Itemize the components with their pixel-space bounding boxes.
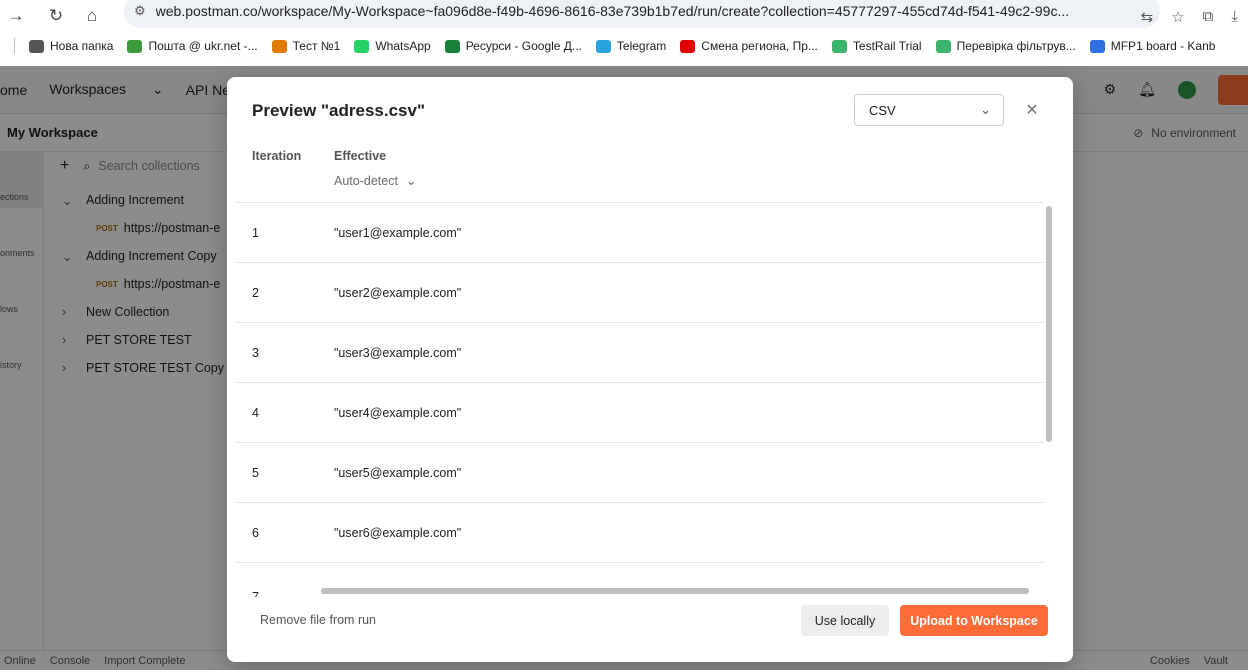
upload-to-workspace-button[interactable]: Upload to Workspace	[900, 605, 1048, 636]
reload-icon[interactable]: ↻	[40, 6, 72, 26]
iteration-cell: 1	[252, 225, 259, 240]
iteration-cell: 6	[252, 525, 259, 540]
bookmark-item[interactable]: Пошта @ ukr.net -...	[127, 39, 258, 53]
autodetect-label: Auto-detect	[334, 173, 398, 188]
table-row: 5 "user5@example.com"	[236, 443, 1044, 503]
chevron-down-icon: ⌄	[405, 174, 417, 188]
browser-toolbar: → ↻ ⌂ ⚙ web.postman.co/workspace/My-Work…	[0, 0, 1248, 32]
bookmark-label: TestRail Trial	[852, 39, 922, 53]
iteration-cell: 5	[252, 465, 259, 480]
value-cell: "user3@example.com"	[334, 345, 462, 360]
preview-table[interactable]: 1 "user1@example.com" 2 "user2@example.com"…	[236, 202, 1044, 597]
table-row: 6 "user6@example.com"	[236, 503, 1044, 563]
modal-title: Preview "adress.csv"	[252, 101, 426, 120]
bookmark-label: MFP1 board - Kanb	[1110, 39, 1216, 53]
bookmark-icon	[595, 39, 611, 53]
home-icon[interactable]: ⌂	[76, 6, 108, 26]
bookmark-label: WhatsApp	[375, 39, 431, 53]
bookmark-icon	[127, 39, 143, 53]
vertical-scrollbar[interactable]	[1046, 206, 1052, 442]
bookmark-icon	[444, 39, 460, 53]
iteration-cell: 3	[252, 345, 259, 360]
bookmark-icon	[29, 39, 44, 53]
value-cell: "user5@example.com"	[334, 465, 462, 480]
horizontal-scrollbar[interactable]	[321, 588, 1029, 594]
iteration-cell: 7	[252, 590, 259, 597]
bookmark-item[interactable]: Тест №1	[271, 39, 341, 53]
column-iteration: Iteration	[252, 149, 302, 163]
value-cell: "user2@example.com"	[334, 285, 462, 300]
bookmark-label: Telegram	[616, 39, 667, 53]
bookmark-item[interactable]: Перевірка фільтрув...	[935, 39, 1076, 53]
file-type-value: CSV	[869, 102, 896, 118]
bookmark-label: Пошта @ ukr.net -...	[148, 39, 258, 53]
table-row: 4 "user4@example.com"	[236, 383, 1044, 443]
address-bar[interactable]: ⚙ web.postman.co/workspace/My-Workspace~…	[124, 0, 1160, 28]
bookmark-label: Тест №1	[292, 39, 341, 53]
bookmark-item[interactable]: MFP1 board - Kanb	[1089, 39, 1216, 53]
bookmark-icon	[680, 39, 696, 53]
bookmark-item[interactable]: Смена региона, Пр...	[680, 39, 818, 53]
bookmark-label: Ресурси - Google Д...	[465, 39, 582, 53]
bookmark-star-icon[interactable]: ☆	[1171, 8, 1184, 26]
bookmark-item[interactable]: Нова папка	[29, 39, 113, 53]
bookmark-label: Смена региона, Пр...	[701, 39, 818, 53]
bookmark-icon	[831, 39, 847, 53]
value-cell: "user6@example.com"	[334, 525, 462, 540]
autodetect-dropdown[interactable]: Auto-detect ⌄	[334, 173, 417, 189]
table-row: 2 "user2@example.com"	[236, 263, 1044, 323]
iteration-cell: 4	[252, 405, 259, 420]
site-info-icon[interactable]: ⚙	[134, 3, 146, 19]
close-icon[interactable]: ×	[1022, 98, 1042, 122]
bookmarks-bar: Нова папка Пошта @ ukr.net -... Тест №1 Wha…	[0, 32, 1248, 60]
extensions-icon[interactable]: ⧉	[1203, 8, 1214, 26]
bookmark-item[interactable]: Ресурси - Google Д...	[444, 39, 582, 53]
column-effective: Effective	[334, 149, 387, 163]
remove-file-link[interactable]: Remove file from run	[260, 613, 376, 627]
bookmark-label: Перевірка фільтрув...	[956, 39, 1076, 53]
bookmark-icon	[935, 39, 951, 53]
chevron-down-icon: ⌄	[980, 102, 991, 117]
translate-icon[interactable]: ⇆	[1141, 8, 1154, 26]
forward-icon[interactable]: →	[0, 6, 32, 26]
bookmark-item[interactable]: WhatsApp	[354, 39, 431, 53]
bookmark-icon	[1089, 39, 1105, 53]
bookmark-icon	[271, 39, 287, 53]
file-type-select[interactable]: CSV ⌄	[854, 94, 1004, 126]
bookmark-icon	[354, 39, 370, 53]
bookmark-item[interactable]: TestRail Trial	[831, 39, 922, 53]
url-text: web.postman.co/workspace/My-Workspace~fa…	[155, 3, 1070, 19]
bookmark-label: Нова папка	[50, 39, 114, 53]
table-row: 1 "user1@example.com"	[236, 203, 1044, 263]
value-cell: "user1@example.com"	[334, 225, 462, 240]
bookmark-list: Нова папка Пошта @ ukr.net -... Тест №1 Wha…	[15, 39, 1215, 53]
use-locally-button[interactable]: Use locally	[801, 605, 889, 636]
value-cell: "user4@example.com"	[334, 405, 462, 420]
download-icon[interactable]: ⤓	[1231, 8, 1238, 26]
table-row: 3 "user3@example.com"	[236, 323, 1044, 383]
bookmark-item[interactable]: Telegram	[595, 39, 667, 53]
csv-preview-modal: Preview "adress.csv" CSV ⌄ × Iteration E…	[227, 77, 1073, 662]
iteration-cell: 2	[252, 285, 259, 300]
browser-actions: ⇆ ☆ ⧉ ⤓	[1141, 8, 1238, 26]
